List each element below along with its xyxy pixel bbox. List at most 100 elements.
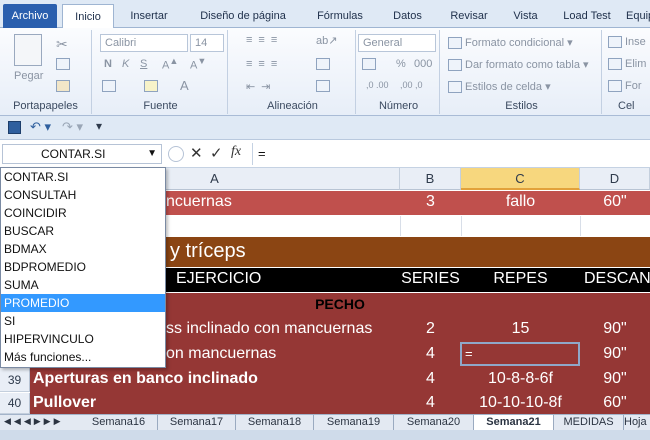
autocomplete-item[interactable]: BDMAX xyxy=(1,240,165,258)
autocomplete-item-highlighted[interactable]: PROMEDIO xyxy=(1,294,165,312)
cell-b-top[interactable]: 3 xyxy=(400,193,461,211)
cell-d-top[interactable]: 60" xyxy=(580,193,650,211)
redo-icon[interactable]: ↷ ▾ xyxy=(62,119,83,135)
increase-decimal-icon[interactable]: ,0 .00 xyxy=(366,80,389,90)
autocomplete-item[interactable]: SI xyxy=(1,312,165,330)
header-descanso[interactable]: DESCANS xyxy=(584,270,650,288)
tab-inicio[interactable]: Inicio xyxy=(62,4,114,29)
number-format-select[interactable]: General xyxy=(358,34,436,52)
format-painter-icon[interactable] xyxy=(56,80,73,93)
cell-series[interactable]: 2 xyxy=(400,320,461,338)
sheet-tab[interactable]: Semana19 xyxy=(314,415,394,431)
cell-series[interactable]: 4 xyxy=(400,394,461,412)
font-size-select[interactable]: 14 xyxy=(190,34,224,52)
cell-series[interactable]: 4 xyxy=(400,345,461,363)
formula-input[interactable]: = xyxy=(258,146,266,161)
undo-icon[interactable]: ↶ ▾ xyxy=(30,119,51,135)
sheet-tab[interactable]: Semana18 xyxy=(236,415,314,431)
cell-styles-button[interactable]: Estilos de celda ▾ xyxy=(448,80,551,94)
autocomplete-item[interactable]: CONSULTAH xyxy=(1,186,165,204)
autocomplete-item[interactable]: HIPERVINCULO xyxy=(1,330,165,348)
column-header-d[interactable]: D xyxy=(580,168,650,190)
tab-equipo[interactable]: Equipo xyxy=(626,4,650,28)
paste-button[interactable]: Pegar xyxy=(14,70,48,82)
font-color-icon[interactable]: A xyxy=(180,78,189,93)
sheet-tab[interactable]: Semana16 xyxy=(80,415,158,431)
column-header-b[interactable]: B xyxy=(400,168,461,190)
percent-button[interactable]: % xyxy=(396,58,406,70)
cell-exercise[interactable]: ss inclinado con mancuernas xyxy=(166,320,372,338)
format-table-button[interactable]: Dar formato como tabla ▾ xyxy=(448,58,589,72)
tab-revisar[interactable]: Revisar xyxy=(440,4,498,28)
sheet-tab[interactable]: MEDIDAS xyxy=(554,415,624,431)
tab-datos[interactable]: Datos xyxy=(380,4,435,28)
autocomplete-item[interactable]: CONTAR.SI xyxy=(1,168,165,186)
tab-archivo[interactable]: Archivo xyxy=(3,4,57,28)
thousands-button[interactable]: 000 xyxy=(414,58,432,70)
bold-button[interactable]: N xyxy=(104,58,112,70)
merge-icon[interactable] xyxy=(316,80,333,93)
tab-insertar[interactable]: Insertar xyxy=(118,4,180,28)
active-cell-editor[interactable]: = xyxy=(460,342,580,366)
cell-descanso[interactable]: 60" xyxy=(580,394,650,412)
currency-icon[interactable] xyxy=(362,58,379,71)
grow-font-icon[interactable]: A▲ xyxy=(162,56,178,72)
cell-exercise[interactable]: Aperturas en banco inclinado xyxy=(33,370,258,388)
cell-a-top[interactable]: ncuernas xyxy=(166,193,232,211)
header-ejercicio[interactable]: EJERCICIO xyxy=(176,270,261,288)
more-functions-item[interactable]: Más funciones... xyxy=(1,348,165,366)
function-autocomplete-list[interactable]: CONTAR.SI CONSULTAH COINCIDIR BUSCAR BDM… xyxy=(0,167,166,368)
conditional-format-button[interactable]: Formato condicional ▾ xyxy=(448,36,573,50)
decrease-decimal-icon[interactable]: ,00 ,0 xyxy=(400,80,423,90)
cell-exercise[interactable]: Pullover xyxy=(33,394,96,412)
shrink-font-icon[interactable]: A▼ xyxy=(190,56,206,72)
horizontal-align-icons[interactable]: ≡≡≡ xyxy=(246,58,283,70)
sheet-tab[interactable]: Hoja xyxy=(624,415,650,431)
cancel-icon[interactable]: ✕ xyxy=(190,144,203,162)
header-repes[interactable]: REPES xyxy=(461,270,580,288)
fill-color-icon[interactable] xyxy=(144,80,161,93)
row-header-40[interactable]: 40 xyxy=(0,393,30,414)
wrap-text-icon[interactable] xyxy=(316,58,333,71)
orientation-icon[interactable]: ab↗ xyxy=(316,34,337,47)
insert-cells-button[interactable]: Inse xyxy=(608,36,646,49)
paste-icon[interactable] xyxy=(14,34,42,66)
autocomplete-item[interactable]: SUMA xyxy=(1,276,165,294)
underline-button[interactable]: S xyxy=(140,58,147,70)
borders-icon[interactable] xyxy=(102,80,119,93)
tab-formulas[interactable]: Fórmulas xyxy=(305,4,375,28)
cell-descanso[interactable]: 90" xyxy=(580,345,650,363)
delete-cells-button[interactable]: Elim xyxy=(608,58,646,71)
autocomplete-item[interactable]: BDPROMEDIO xyxy=(1,258,165,276)
cell-repes[interactable]: 15 xyxy=(461,320,580,338)
vertical-align-icons[interactable]: ≡≡≡ xyxy=(246,34,283,46)
cell-c-top[interactable]: fallo xyxy=(461,193,580,211)
sheet-tab[interactable]: Semana20 xyxy=(394,415,474,431)
insert-function-icon[interactable]: fx xyxy=(231,144,241,160)
sheet-tab[interactable]: Semana17 xyxy=(158,415,236,431)
font-name-select[interactable]: Calibri xyxy=(100,34,188,52)
tab-vista[interactable]: Vista xyxy=(503,4,548,28)
tab-load-test[interactable]: Load Test xyxy=(552,4,622,28)
sheet-nav-arrows-icon[interactable]: ◀◀◀▶▶▶ xyxy=(4,416,64,427)
sheet-tab-active[interactable]: Semana21 xyxy=(474,415,554,431)
autocomplete-item[interactable]: COINCIDIR xyxy=(1,204,165,222)
section-title[interactable]: y tríceps xyxy=(170,240,246,263)
customize-qat-icon[interactable]: ▾ xyxy=(96,119,102,133)
cell-series[interactable]: 4 xyxy=(400,370,461,388)
name-box[interactable]: CONTAR.SI ▼ xyxy=(2,144,162,164)
autocomplete-item[interactable]: BUSCAR xyxy=(1,222,165,240)
cut-icon[interactable]: ✂ xyxy=(56,36,68,53)
format-cells-button[interactable]: For xyxy=(608,80,642,93)
indent-icons[interactable]: ⇤⇥ xyxy=(246,80,276,93)
copy-icon[interactable] xyxy=(56,58,73,71)
header-series[interactable]: SERIES xyxy=(400,270,461,288)
tab-diseno-pagina[interactable]: Diseño de página xyxy=(188,4,298,28)
italic-button[interactable]: K xyxy=(122,58,129,70)
save-icon[interactable] xyxy=(8,121,21,134)
cell-repes[interactable]: 10-10-10-8f xyxy=(461,394,580,412)
row-header-39[interactable]: 39 xyxy=(0,368,30,392)
cell-descanso[interactable]: 90" xyxy=(580,320,650,338)
cell-descanso[interactable]: 90" xyxy=(580,370,650,388)
cell-repes[interactable]: 10-8-8-6f xyxy=(461,370,580,388)
